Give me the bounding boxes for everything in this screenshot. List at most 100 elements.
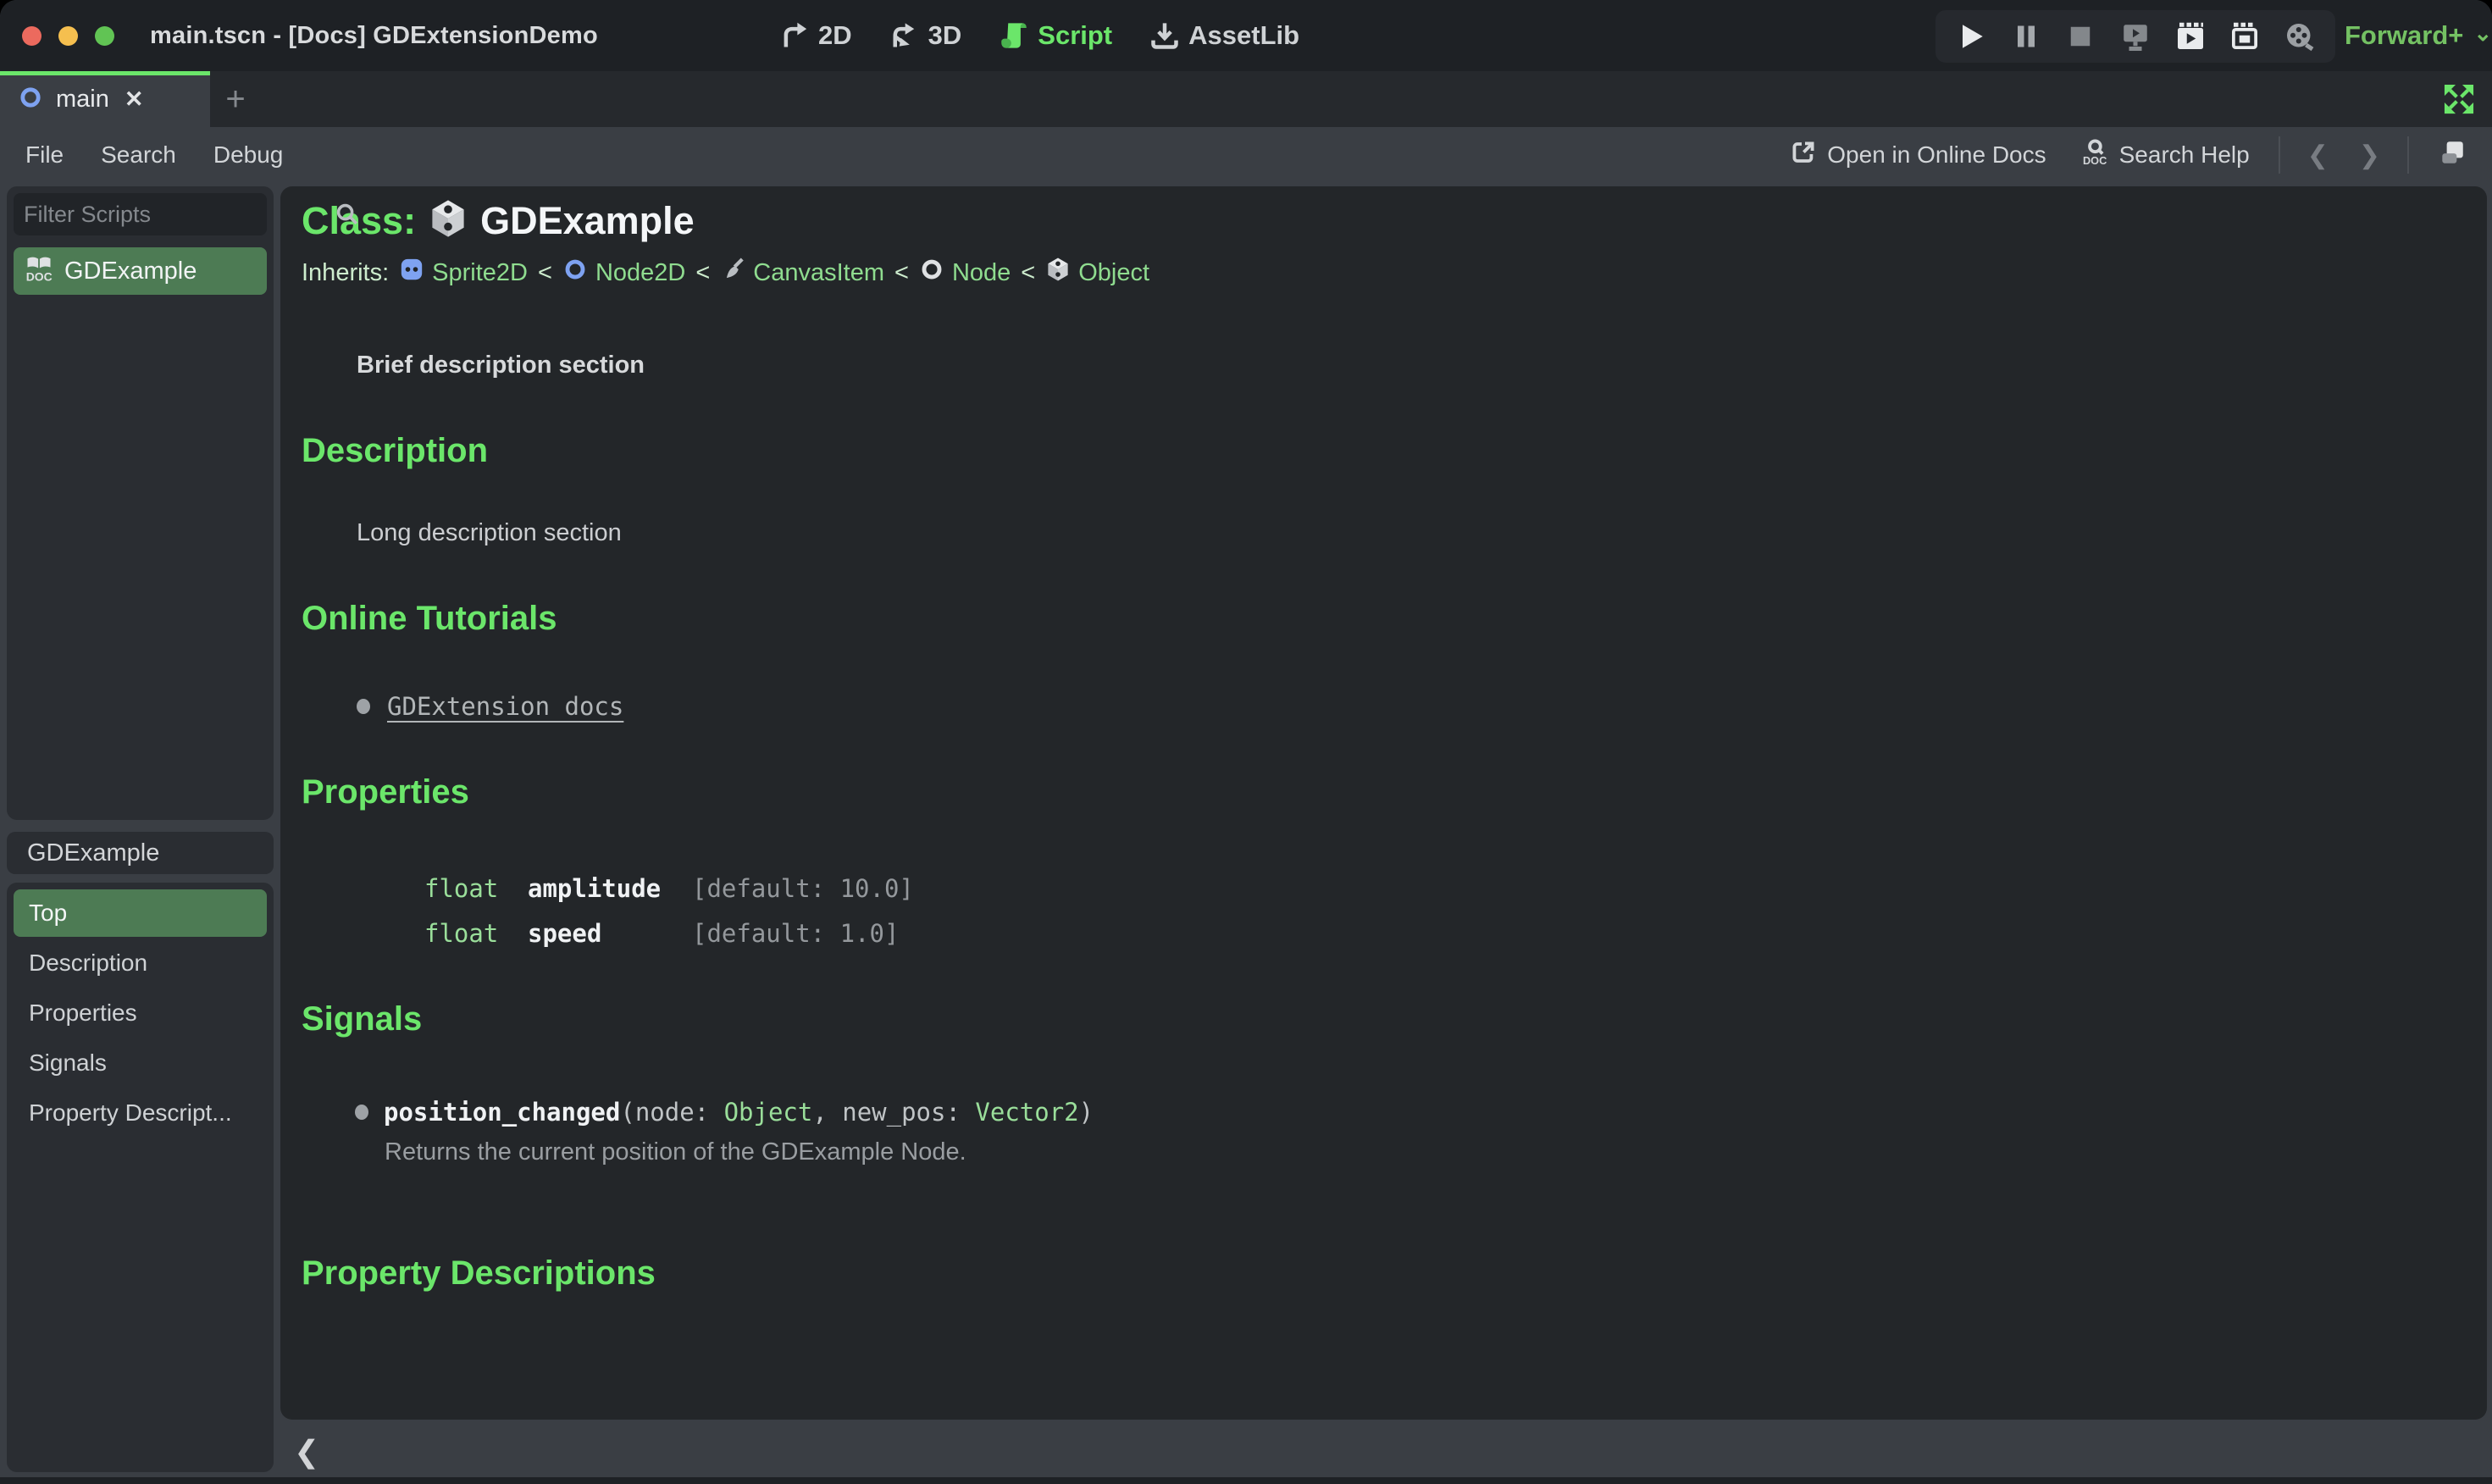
search-docs-icon: DOC [2080, 138, 2109, 173]
heading-property-descriptions: Property Descriptions [302, 1254, 656, 1292]
node2d-scene-icon [17, 84, 44, 115]
renderer-label: Forward+ [2345, 20, 2464, 50]
current-class-box: GDExample [7, 832, 274, 874]
inherits-link-object[interactable]: Object [1045, 257, 1149, 289]
window-title: main.tscn - [Docs] GDExtensionDemo [150, 21, 598, 49]
menu-bar-right: Open in Online Docs DOC Search Help ❮ ❯ [1776, 136, 2492, 174]
inherits-name: CanvasItem [753, 258, 885, 286]
history-back-icon[interactable]: ❮ [2295, 141, 2340, 170]
tab-assetlib[interactable]: AssetLib [1149, 20, 1299, 51]
doc-sections-panel: Top Description Properties Signals Prope… [7, 883, 274, 1472]
inherits-separator: < [894, 258, 909, 286]
zoom-window-button[interactable] [95, 25, 114, 46]
gdextension-docs-link[interactable]: GDExtension docs [387, 692, 623, 721]
scripts-sidebar: DOC GDExample GDExample Top Description … [7, 183, 358, 1484]
play-custom-scene-button[interactable] [2226, 18, 2263, 55]
inherits-link-canvasitem[interactable]: CanvasItem [720, 257, 884, 289]
signal-arg-type-link[interactable]: Vector2 [975, 1098, 1078, 1127]
history-forward-icon[interactable]: ❯ [2347, 141, 2392, 170]
tab-3d[interactable]: 3D [889, 20, 962, 51]
inherits-link-sprite2d[interactable]: Sprite2D [399, 257, 528, 289]
inherits-separator: < [538, 258, 552, 286]
run-toolbar [1935, 10, 2335, 63]
scene-tab-main[interactable]: main ✕ [0, 71, 210, 127]
pause-button[interactable] [2007, 18, 2045, 55]
class-doc-icon: DOC [24, 252, 54, 290]
class-doc-panel: Class: GDExample Inherits: Sprite2D < No… [280, 186, 2487, 1420]
divider [2278, 136, 2280, 174]
bottom-bar: ❮ [280, 1420, 2492, 1484]
properties-table: float amplitude [default: 10.0] float sp… [302, 874, 2487, 948]
inherits-label: Inherits: [302, 258, 390, 286]
inherits-separator: < [1021, 258, 1036, 286]
property-default: [default: 10.0] [692, 874, 914, 903]
signal-description: Returns the current position of the GDEx… [385, 1138, 966, 1166]
filter-scripts-input[interactable] [14, 201, 334, 228]
script-list-item-gdexample[interactable]: DOC GDExample [14, 247, 267, 295]
signal-signature: position_changed(node: Object, new_pos: … [384, 1098, 1094, 1127]
search-help-button[interactable]: DOC Search Help [2067, 138, 2263, 173]
inherits-link-node2d[interactable]: Node2D [562, 257, 685, 289]
close-tab-icon[interactable]: ✕ [125, 86, 144, 113]
toggle-scripts-panel-button[interactable] [2424, 138, 2480, 173]
property-type-link[interactable]: float [424, 874, 528, 903]
menu-search[interactable]: Search [82, 141, 195, 169]
heading-description: Description [302, 432, 489, 469]
search-help-label: Search Help [2118, 141, 2250, 168]
renderer-selector[interactable]: Forward+ ⌄ [2345, 0, 2492, 71]
class-title-row: Class: GDExample [302, 198, 2487, 243]
signal-arg-type-link[interactable]: Object [724, 1098, 813, 1127]
signal-args: ) [1078, 1098, 1094, 1127]
node2d-icon [562, 257, 588, 289]
godot-editor-window: main.tscn - [Docs] GDExtensionDemo 2D 3D… [0, 0, 2492, 1484]
property-name-link[interactable]: speed [528, 919, 692, 948]
long-description: Long description section [357, 519, 622, 546]
inherits-row: Inherits: Sprite2D < Node2D < CanvasItem… [302, 257, 2487, 289]
movie-maker-button[interactable] [2281, 18, 2318, 55]
tab-script-label: Script [1038, 20, 1113, 50]
scene-tab-label: main [56, 85, 109, 113]
close-window-button[interactable] [22, 25, 42, 46]
object-icon [1045, 257, 1071, 289]
play-remote-button[interactable] [2117, 18, 2154, 55]
section-item-properties[interactable]: Properties [14, 989, 267, 1037]
menu-debug[interactable]: Debug [195, 141, 302, 169]
tab-script[interactable]: Script [999, 20, 1112, 51]
tab-2d-label: 2D [818, 20, 852, 50]
collapse-panel-icon[interactable]: ❮ [294, 1434, 319, 1470]
property-default: [default: 1.0] [692, 919, 900, 948]
canvasitem-icon [720, 257, 745, 289]
heading-properties: Properties [302, 773, 469, 811]
scene-tab-bar: main ✕ + [0, 71, 2492, 127]
menu-file[interactable]: File [0, 141, 82, 169]
play-scene-button[interactable] [2172, 18, 2209, 55]
inherits-name: Sprite2D [432, 258, 528, 286]
open-online-docs-label: Open in Online Docs [1827, 141, 2046, 168]
script-list-panel: DOC GDExample [7, 186, 358, 820]
property-name-link[interactable]: amplitude [528, 874, 692, 903]
section-item-description[interactable]: Description [14, 939, 267, 987]
brief-description: Brief description section [357, 352, 645, 379]
stop-button[interactable] [2062, 18, 2099, 55]
heading-online-tutorials: Online Tutorials [302, 600, 557, 637]
section-item-property-descriptions[interactable]: Property Descript... [14, 1089, 267, 1137]
play-button[interactable] [1952, 18, 1990, 55]
inherits-name: Object [1078, 258, 1150, 286]
property-type-link[interactable]: float [424, 919, 528, 948]
expand-editor-icon[interactable] [2439, 80, 2478, 119]
open-online-docs-button[interactable]: Open in Online Docs [1776, 139, 2059, 172]
bullet-icon [355, 1105, 368, 1120]
tab-3d-label: 3D [928, 20, 962, 50]
tab-2d[interactable]: 2D [779, 20, 852, 51]
inherits-link-node[interactable]: Node [919, 257, 1011, 289]
minimize-window-button[interactable] [58, 25, 78, 46]
3d-icon [889, 20, 920, 51]
section-item-top[interactable]: Top [14, 889, 267, 937]
property-row: float speed [default: 1.0] [424, 919, 2487, 948]
external-link-icon [1790, 139, 1817, 172]
section-item-signals[interactable]: Signals [14, 1039, 267, 1087]
inherits-name: Node [951, 258, 1011, 286]
panels-icon [2438, 138, 2467, 173]
tab-assetlib-label: AssetLib [1188, 20, 1300, 50]
add-scene-tab-button[interactable]: + [210, 71, 261, 127]
